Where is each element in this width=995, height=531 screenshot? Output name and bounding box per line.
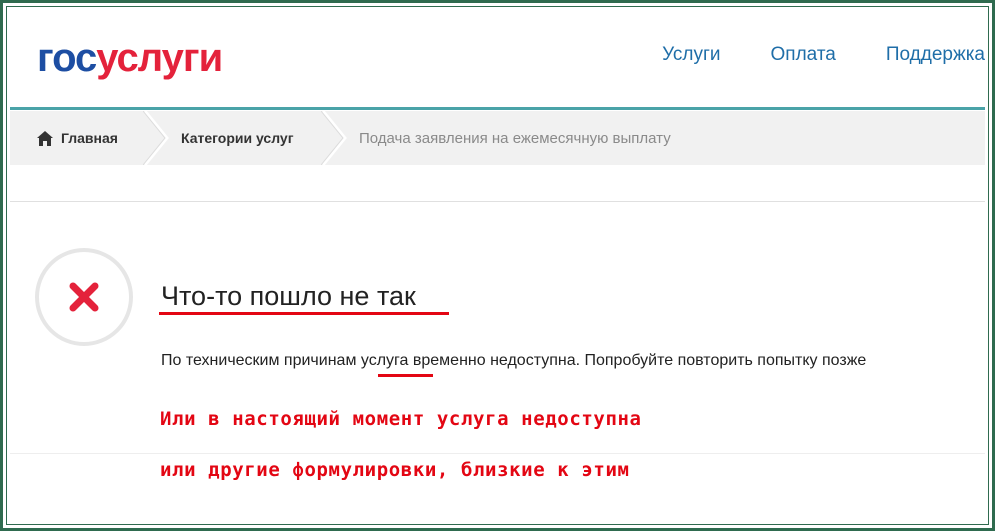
nav-item-services[interactable]: Услуги <box>662 44 720 66</box>
breadcrumb-categories[interactable]: Категории услуг <box>181 111 294 165</box>
error-title: Что-то пошло не так <box>161 281 416 311</box>
main-nav: Услуги Оплата Поддержка <box>612 44 985 66</box>
page: госуслуги Услуги Оплата Поддержка Главна… <box>10 10 985 521</box>
error-description: По техническим причинам услуга временно … <box>161 352 867 369</box>
home-icon <box>37 130 53 146</box>
nav-item-payment[interactable]: Оплата <box>771 44 836 66</box>
site-header: госуслуги Услуги Оплата Поддержка <box>10 10 985 110</box>
annotation-note-2: или другие формулировки, близкие к этим <box>160 459 630 481</box>
description-underline-annotation <box>378 374 433 377</box>
logo[interactable]: госуслуги <box>37 36 223 80</box>
breadcrumb-separator-chevron <box>321 111 347 165</box>
annotation-note-1: Или в настоящий момент услуга недоступна <box>160 408 642 430</box>
close-icon <box>69 282 99 312</box>
logo-part-uslugi: услуги <box>96 36 223 80</box>
error-badge <box>35 248 133 346</box>
nav-item-support[interactable]: Поддержка <box>886 44 985 66</box>
breadcrumb-separator-chevron <box>143 111 169 165</box>
breadcrumb: Главная Категории услуг Подача заявления… <box>10 111 985 165</box>
breadcrumb-home[interactable]: Главная <box>37 111 118 165</box>
breadcrumb-home-label: Главная <box>61 130 118 146</box>
section-divider-lower <box>10 453 985 454</box>
screenshot-frame: госуслуги Услуги Оплата Поддержка Главна… <box>0 0 995 531</box>
breadcrumb-current: Подача заявления на ежемесячную выплату <box>359 129 671 147</box>
title-underline-annotation <box>159 312 449 315</box>
section-divider <box>10 201 985 202</box>
logo-part-gos: гос <box>37 36 97 80</box>
